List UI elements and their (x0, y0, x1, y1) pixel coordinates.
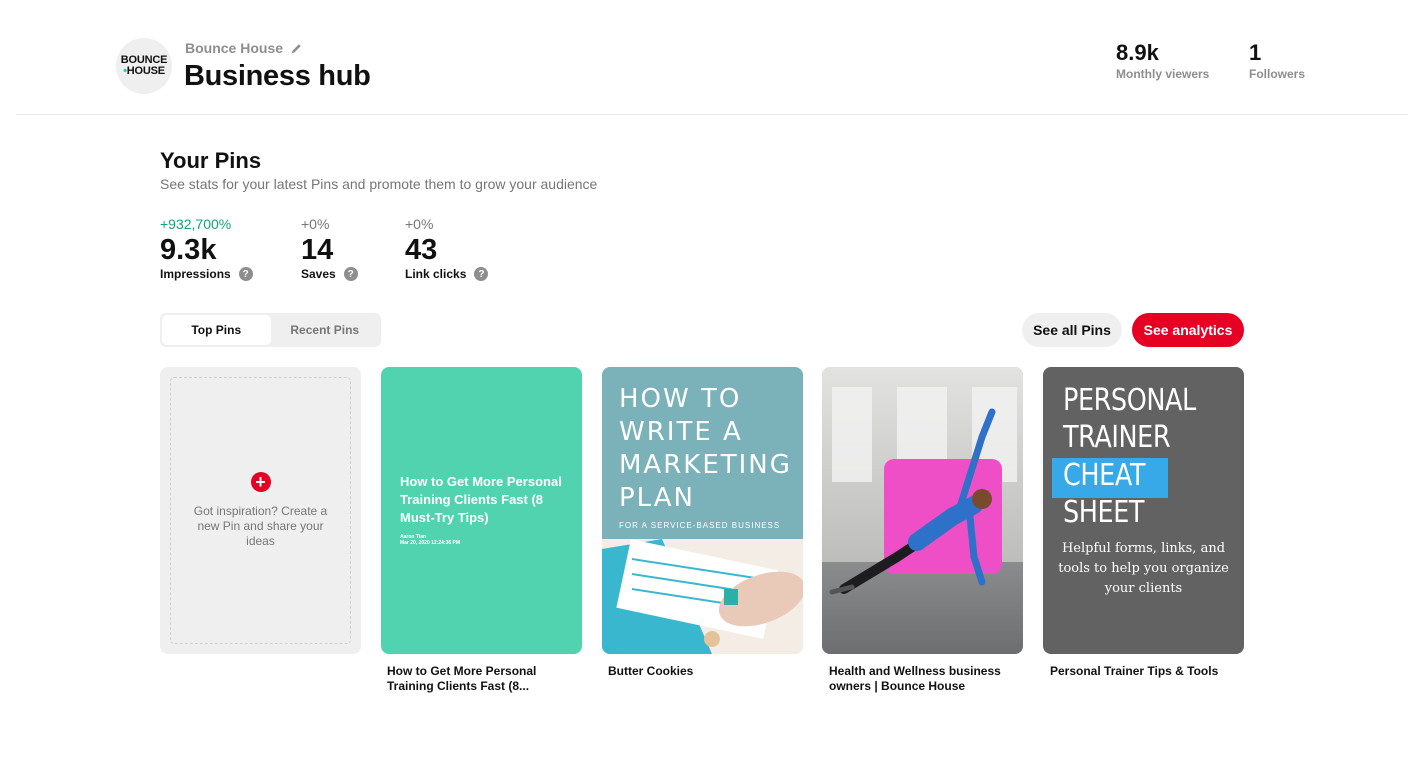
pin-photo-desk (602, 539, 803, 654)
business-name-text: Bounce House (185, 40, 284, 56)
saves-metric: +0% 14 Saves ? (301, 216, 358, 281)
pin-image-description: Helpful forms, links, and tools to help … (1058, 541, 1229, 596)
saves-label-row: Saves ? (301, 267, 358, 281)
your-pins-subtitle: See stats for your latest Pins and promo… (160, 176, 598, 192)
pin-card-image[interactable]: PERSONAL TRAINER CHEAT SHEET Helpful for… (1043, 367, 1244, 654)
business-name: Bounce House (185, 40, 302, 56)
saves-delta: +0% (301, 216, 330, 232)
impressions-label: Impressions (160, 267, 231, 281)
monthly-viewers-label: Monthly viewers (1116, 67, 1210, 81)
header-divider (16, 114, 1408, 115)
create-pin-card[interactable]: + Got inspiration? Create a new Pin and … (160, 367, 361, 654)
help-icon[interactable]: ? (474, 267, 489, 281)
link-clicks-label: Link clicks (405, 267, 467, 281)
pin-card-image[interactable] (822, 367, 1023, 654)
pin-image-headline: HOW TO WRITE A MARKETING PLAN (619, 384, 792, 513)
followers-stat: 1 Followers (1249, 40, 1305, 81)
pin-title[interactable]: Health and Wellness business owners | Bo… (829, 664, 1019, 694)
followers-label: Followers (1249, 67, 1306, 81)
impressions-label-row: Impressions ? (160, 267, 253, 281)
your-pins-title: Your Pins (160, 148, 262, 173)
logo-text-bottom: •HOUSE (123, 65, 165, 77)
monthly-viewers-value: 8.9k (1116, 40, 1159, 65)
business-hub-header: BOUNCE •HOUSE Bounce House Business hub … (0, 0, 1425, 115)
pin-image-subheadline: FOR A SERVICE-BASED BUSINESS (619, 521, 781, 530)
see-all-pins-button[interactable]: See all Pins (1022, 313, 1122, 347)
link-clicks-metric: +0% 43 Link clicks ? (405, 216, 489, 281)
pin-title[interactable]: Personal Trainer Tips & Tools (1050, 664, 1240, 679)
help-icon[interactable]: ? (238, 267, 253, 281)
link-clicks-delta: +0% (405, 216, 434, 232)
pin-card-image[interactable]: How to Get More Personal Training Client… (381, 367, 582, 654)
monthly-viewers-stat: 8.9k Monthly viewers (1116, 40, 1209, 81)
pins-tab-switcher: Top Pins Recent Pins (160, 313, 381, 347)
see-analytics-button[interactable]: See analytics (1132, 313, 1244, 347)
pin-image-meta: Aaron Tian Mar 20, 2020 12:24:36 PM (400, 534, 461, 546)
business-logo-avatar[interactable]: BOUNCE •HOUSE (116, 38, 172, 94)
impressions-metric: +932,700% 9.3k Impressions ? (160, 216, 253, 281)
link-clicks-label-row: Link clicks ? (405, 267, 489, 281)
tab-top-pins[interactable]: Top Pins (162, 315, 271, 345)
pin-photo-fitness (822, 367, 1023, 654)
create-pin-prompt: Got inspiration? Create a new Pin and sh… (193, 504, 328, 548)
create-pin-dropzone: + Got inspiration? Create a new Pin and … (170, 377, 351, 644)
pin-image-headline: How to Get More Personal Training Client… (400, 474, 562, 525)
saves-value: 14 (301, 234, 334, 266)
impressions-delta: +932,700% (160, 216, 232, 232)
pin-title[interactable]: Butter Cookies (608, 664, 798, 679)
impressions-value: 9.3k (160, 234, 217, 266)
pin-image-line: PERSONAL (1063, 383, 1196, 418)
plus-icon[interactable]: + (250, 472, 271, 492)
pin-title[interactable]: How to Get More Personal Training Client… (387, 664, 577, 694)
pin-image-line: TRAINER (1063, 420, 1171, 455)
pin-image-line: SHEET (1063, 495, 1145, 530)
link-clicks-value: 43 (405, 234, 438, 266)
help-icon[interactable]: ? (343, 267, 358, 281)
tab-recent-pins[interactable]: Recent Pins (271, 315, 380, 345)
followers-value: 1 (1249, 40, 1262, 65)
saves-label: Saves (301, 267, 336, 281)
page-title: Business hub (184, 60, 371, 92)
pencil-icon[interactable] (291, 43, 302, 54)
pin-image-line: CHEAT (1063, 458, 1146, 493)
pin-card-image[interactable]: HOW TO WRITE A MARKETING PLAN FOR A SERV… (602, 367, 803, 654)
